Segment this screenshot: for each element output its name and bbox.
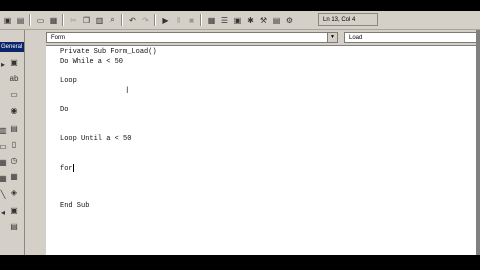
procedure-combobox[interactable]: Load	[344, 32, 480, 43]
timer-icon[interactable]: ◷	[8, 154, 20, 166]
toolbar-separator	[29, 14, 30, 26]
toolbar-separator	[121, 14, 122, 26]
standard-toolbar: ▣ ▤ ▭ ▦ ✂ ❐ ▥ ⌕ ↶ ↷ ▶ ‖ ■ ▦ ☰ ▣ ✱ ⚒ ▤ ⚙	[0, 11, 480, 30]
commandbutton-icon[interactable]: ▭	[8, 88, 20, 100]
vscrollbar-icon[interactable]: ▯	[8, 138, 20, 150]
code-line: End Sub	[60, 202, 90, 210]
mouse-ibeam-cursor-icon: I	[126, 86, 129, 96]
toolbar-separator	[200, 14, 201, 26]
data-view-icon[interactable]: ▤	[271, 15, 282, 26]
properties-icon[interactable]: ☰	[219, 15, 230, 26]
listbox-icon[interactable]: ▤	[8, 122, 20, 134]
object-combobox[interactable]: Form ▼	[46, 32, 338, 43]
code-line: Do	[60, 106, 69, 114]
copy-icon[interactable]: ❐	[81, 15, 92, 26]
shape-icon[interactable]: ◈	[8, 186, 20, 198]
redo-icon[interactable]: ↷	[140, 15, 151, 26]
procedure-combobox-value: Load	[349, 35, 363, 41]
pointer-icon[interactable]: ▸	[0, 58, 6, 70]
code-line: Private Sub Form_Load()	[60, 48, 157, 56]
hscrollbar-icon[interactable]: ▭	[0, 140, 7, 152]
chevron-down-icon[interactable]: ▼	[327, 33, 337, 42]
run-icon[interactable]: ▶	[160, 15, 171, 26]
vb6-ide-window: ▣ ▤ ▭ ▦ ✂ ❐ ▥ ⌕ ↶ ↷ ▶ ‖ ■ ▦ ☰ ▣ ✱ ⚒ ▤ ⚙ …	[0, 0, 480, 255]
code-line: Loop	[60, 77, 77, 85]
toolbox-icon[interactable]: ⚒	[258, 15, 269, 26]
stop-icon[interactable]: ■	[186, 15, 197, 26]
code-line-current: for	[60, 164, 74, 173]
code-line: Do While a < 50	[60, 58, 124, 66]
save-icon[interactable]: ▦	[48, 15, 59, 26]
textbox-icon[interactable]: ab	[8, 72, 20, 84]
data-control-icon[interactable]: ◂	[0, 206, 6, 218]
code-editor[interactable]: Private Sub Form_Load() Do While a < 50 …	[46, 45, 480, 255]
image-icon[interactable]: ▣	[8, 204, 20, 216]
object-browser-icon[interactable]: ✱	[245, 15, 256, 26]
code-line: Loop Until a < 50	[60, 135, 132, 143]
drivelistbox-icon[interactable]: ▦	[0, 156, 7, 168]
combobox-icon[interactable]: ▥	[0, 124, 7, 136]
toolbox-title: General	[0, 42, 24, 52]
paste-icon[interactable]: ▥	[94, 15, 105, 26]
object-combobox-value: Form	[51, 35, 65, 41]
form-layout-icon[interactable]: ▣	[232, 15, 243, 26]
undo-icon[interactable]: ↶	[127, 15, 138, 26]
project-explorer-icon[interactable]: ▦	[206, 15, 217, 26]
pause-icon[interactable]: ‖	[173, 15, 184, 26]
toolbar-separator	[62, 14, 63, 26]
title-strip	[0, 0, 480, 11]
open-icon[interactable]: ▭	[35, 15, 46, 26]
filelistbox-icon[interactable]: ▦	[0, 172, 7, 184]
window-edge	[476, 30, 480, 255]
dirlistbox-icon[interactable]: ▦	[8, 170, 20, 182]
vb-icon[interactable]: ▣	[2, 15, 13, 26]
menu-editor-icon[interactable]: ▤	[15, 15, 26, 26]
component-manager-icon[interactable]: ⚙	[284, 15, 295, 26]
cut-icon[interactable]: ✂	[68, 15, 79, 26]
picturebox-icon[interactable]: ▣	[8, 56, 20, 68]
code-line-text: for	[60, 164, 73, 173]
cursor-position-status: Ln 13, Col 4	[318, 13, 378, 26]
text-caret	[72, 164, 74, 172]
find-icon[interactable]: ⌕	[107, 15, 118, 26]
optionbutton-icon[interactable]: ◉	[8, 104, 20, 116]
line-icon[interactable]: ╲	[0, 188, 6, 200]
ole-icon[interactable]: ▤	[8, 220, 20, 232]
toolbox-panel: General ▣ ▸ ab ▭ ◉ ▤ ▥ ▯ ▭ ◷ ▦ ▦ ▦ ◈ ╲ ▣…	[0, 30, 25, 255]
toolbar-separator	[154, 14, 155, 26]
